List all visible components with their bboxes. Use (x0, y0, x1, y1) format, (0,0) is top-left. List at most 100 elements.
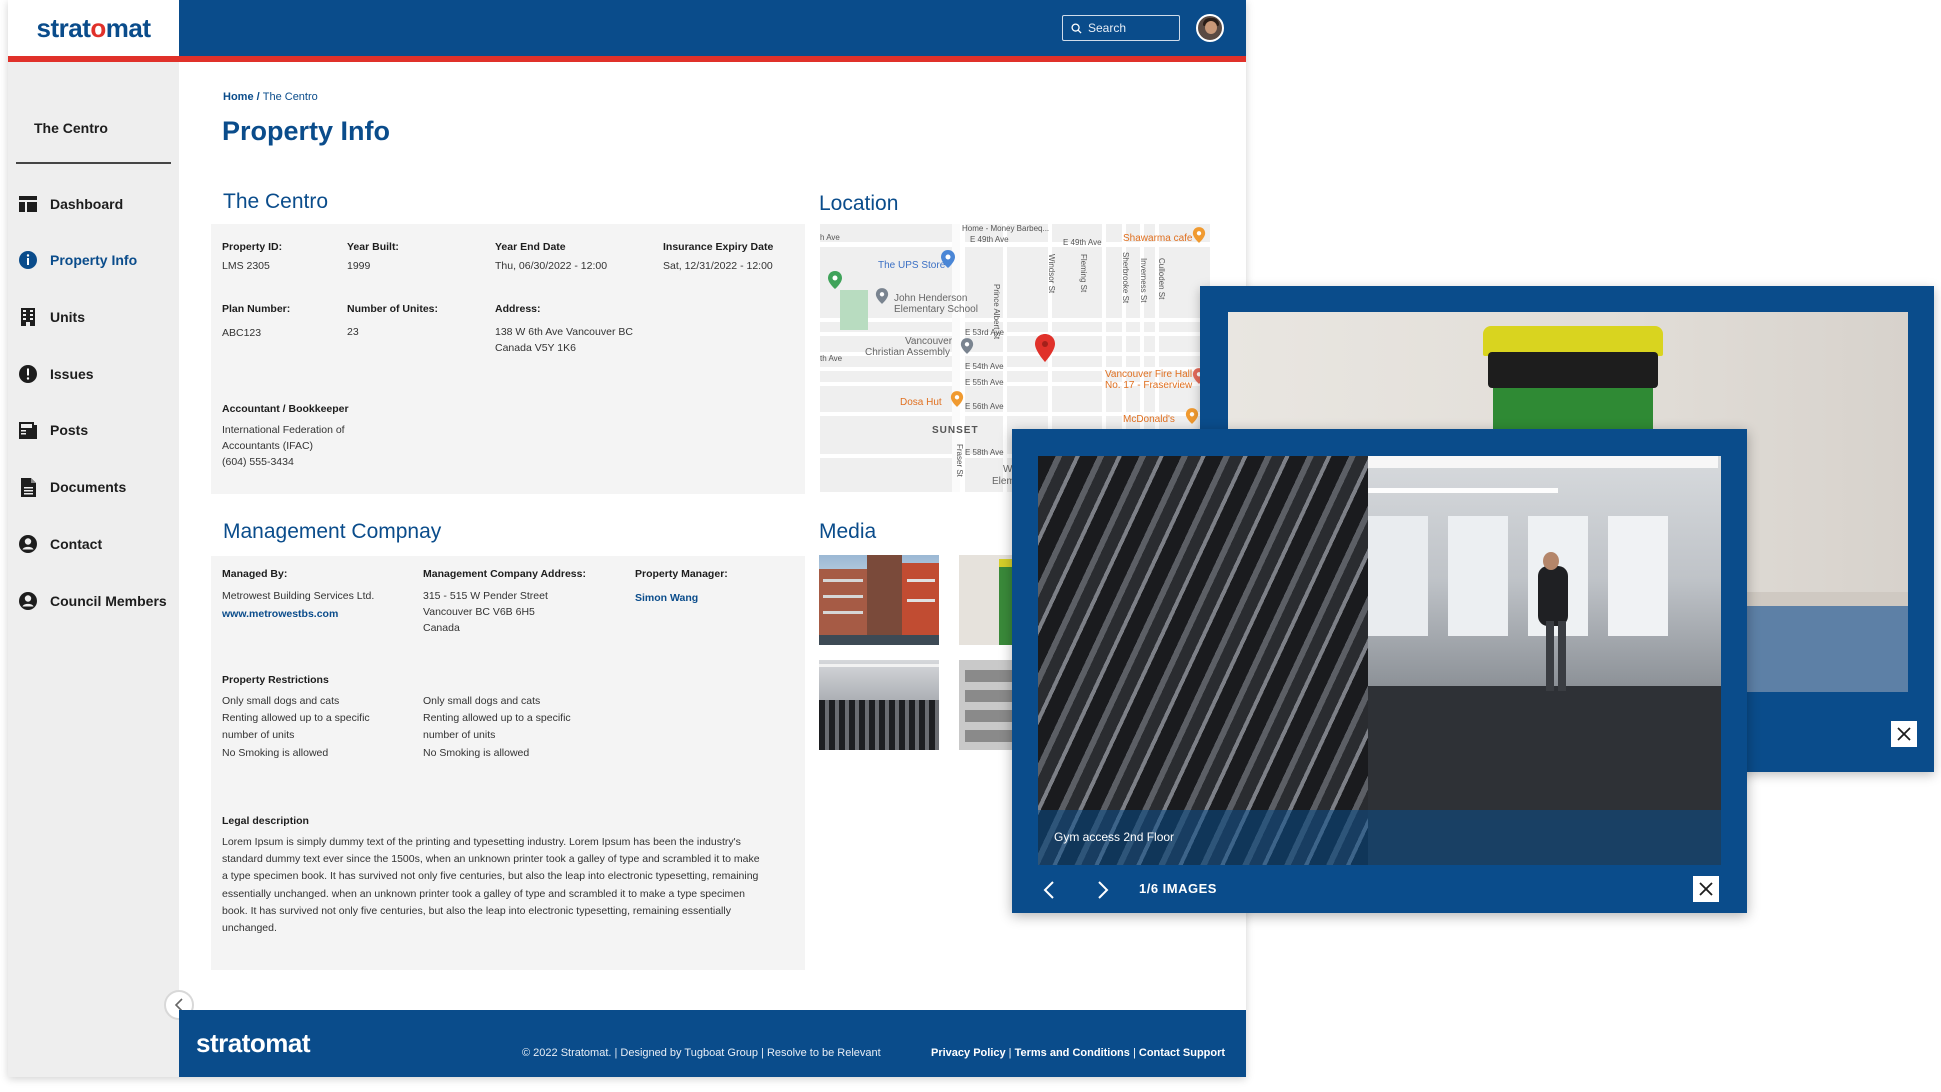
map-pin-church-icon (960, 338, 974, 354)
logo-text-end: mat (105, 12, 151, 43)
lightbox-back-close-button[interactable] (1891, 721, 1917, 747)
map-label: E 49th Ave (1063, 238, 1102, 247)
document-icon (18, 477, 38, 497)
address-label: Address: (495, 303, 541, 315)
location-section-title: Location (819, 192, 899, 215)
sidebar-item-documents[interactable]: Documents (18, 477, 126, 497)
breadcrumb: Home / The Centro (223, 91, 318, 103)
map-marker-icon[interactable] (1035, 334, 1055, 362)
search-input[interactable] (1088, 21, 1168, 35)
search-box[interactable] (1062, 15, 1180, 41)
lightbox-prev-button[interactable] (1042, 867, 1056, 913)
map-pin-ups-icon (941, 250, 955, 268)
legal-description-text: Lorem Ipsum is simply dummy text of the … (222, 836, 760, 935)
footer-logo[interactable]: stratomat (196, 1028, 310, 1059)
sidebar: The Centro Dashboard Property Info Units… (8, 62, 179, 1077)
year-built-label: Year Built: (347, 241, 399, 253)
sidebar-item-contact[interactable]: Contact (18, 534, 102, 554)
property-id-value: LMS 2305 (222, 260, 270, 272)
map-label: Dosa Hut (900, 397, 942, 408)
sidebar-item-label: Property Info (50, 252, 138, 268)
map-label: Vancouver Fire Hall (1105, 369, 1193, 380)
number-of-units-label: Number of Unites: (347, 303, 439, 315)
search-icon (1071, 22, 1082, 34)
map-label: Fleming St (1079, 254, 1088, 293)
address-value: 138 W 6th Ave Vancouver BC Canada V5Y 1K… (495, 326, 633, 354)
contact-support-link[interactable]: Contact Support (1139, 1047, 1225, 1059)
map-label: th Ave (820, 354, 843, 363)
map-label: Vancouver (905, 336, 953, 347)
building-icon (18, 307, 38, 327)
media-thumbnail[interactable] (819, 555, 939, 645)
lightbox: Gym access 2nd Floor 1/6 IMAGES (1012, 429, 1747, 913)
sidebar-item-label: Council Members (50, 593, 167, 609)
lightbox-caption: Gym access 2nd Floor (1038, 810, 1721, 865)
map-label: Inverness St (1139, 258, 1148, 303)
media-thumbnail[interactable] (819, 660, 939, 750)
map-label: Culloden St (1157, 258, 1166, 300)
alert-icon (18, 364, 38, 384)
sidebar-item-label: Posts (50, 422, 89, 438)
map-label: h Ave (820, 233, 840, 242)
logo[interactable]: stratomat (8, 0, 179, 56)
sidebar-item-property-info[interactable]: Property Info (18, 250, 137, 270)
map-label: E 54th Ave (965, 362, 1004, 371)
lightbox-next-button[interactable] (1096, 867, 1110, 913)
media-section-title: Media (819, 520, 877, 543)
sidebar-item-label: Documents (50, 479, 127, 495)
property-restrictions-col2: Only small dogs and cats Renting allowed… (423, 695, 571, 759)
privacy-policy-link[interactable]: Privacy Policy (931, 1047, 1006, 1059)
property-restrictions-col1: Only small dogs and cats Renting allowed… (222, 695, 370, 759)
close-icon (1897, 727, 1911, 741)
property-manager-link[interactable]: Simon Wang (635, 592, 698, 604)
breadcrumb-home[interactable]: Home (223, 91, 254, 103)
sidebar-item-label: Contact (50, 536, 103, 552)
map-label: Home - Money Barbeq... (962, 224, 1050, 233)
chevron-right-icon (1098, 881, 1109, 899)
lightbox-counter: 1/6 IMAGES (1139, 881, 1217, 896)
sidebar-item-dashboard[interactable]: Dashboard (18, 194, 123, 214)
plan-number-label: Plan Number: (222, 303, 291, 315)
accountant-value: International Federation of Accountants … (222, 424, 345, 468)
property-section-title: The Centro (223, 190, 329, 213)
map-label: E 56th Ave (965, 402, 1004, 411)
accountant-label: Accountant / Bookkeeper (222, 403, 349, 415)
sidebar-item-label: Units (50, 309, 85, 325)
managed-by-label: Managed By: (222, 568, 288, 580)
close-icon (1699, 882, 1713, 896)
map-label: SUNSET (932, 425, 979, 436)
map-label: E 49th Ave (970, 235, 1009, 244)
breadcrumb-current: The Centro (262, 91, 318, 103)
map-pin-cafe-icon (1192, 227, 1206, 243)
property-manager-label: Property Manager: (635, 568, 728, 580)
map-pin-park-icon (828, 271, 842, 289)
management-address-value: 315 - 515 W Pender Street Vancouver BC V… (423, 590, 548, 634)
map-pin-restaurant-icon (950, 391, 964, 407)
chevron-left-icon (1043, 881, 1054, 899)
media-thumbnail[interactable] (959, 555, 1019, 645)
number-of-units-value: 23 (347, 326, 359, 338)
map-label: Christian Assembly (865, 347, 951, 358)
top-bar: stratomat (8, 0, 1246, 56)
map-label: Windsor St (1047, 254, 1056, 294)
management-website-link[interactable]: www.metrowestbs.com (222, 608, 338, 620)
footer-links: Privacy Policy | Terms and Conditions | … (931, 1047, 1226, 1059)
sidebar-item-units[interactable]: Units (18, 307, 85, 327)
terms-link[interactable]: Terms and Conditions (1015, 1047, 1130, 1059)
map-label: E 55th Ave (965, 378, 1004, 387)
sidebar-item-issues[interactable]: Issues (18, 364, 94, 384)
management-section-title: Management Compnay (223, 520, 442, 543)
lightbox-close-button[interactable] (1693, 876, 1719, 902)
sidebar-item-council-members[interactable]: Council Members (18, 591, 167, 611)
map-label: Prince Albert St (992, 284, 1001, 340)
page-title: Property Info (222, 116, 391, 146)
user-icon (18, 534, 38, 554)
map-pin-mcdonalds-icon (1185, 408, 1199, 424)
avatar[interactable] (1196, 14, 1224, 42)
insurance-expiry-value: Sat, 12/31/2022 - 12:00 (663, 260, 773, 272)
header-accent-line (8, 56, 1246, 62)
media-thumbnail[interactable] (959, 660, 1019, 750)
sidebar-item-posts[interactable]: Posts (18, 420, 88, 440)
footer-copyright: © 2022 Stratomat. | Designed by Tugboat … (522, 1047, 881, 1059)
managed-by-value: Metrowest Building Services Ltd. (222, 590, 375, 602)
